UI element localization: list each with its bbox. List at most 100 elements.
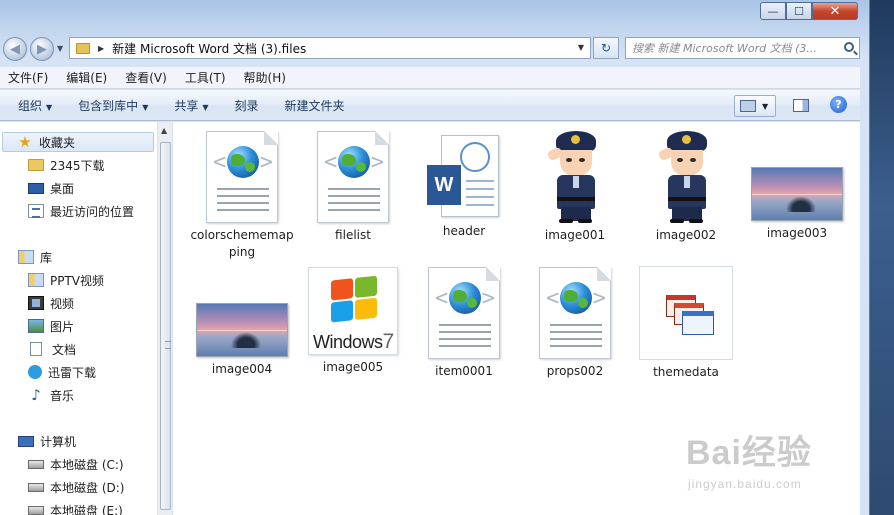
word-doc-icon: W	[427, 135, 501, 219]
nav-item-label: 本地磁盘 (D:)	[50, 480, 125, 495]
search-icon[interactable]	[844, 42, 854, 52]
scroll-thumb[interactable]	[160, 142, 171, 510]
close-button[interactable]: ✕	[812, 2, 858, 20]
menu-tools[interactable]: 工具(T)	[185, 69, 226, 86]
organize-label: 组织	[18, 98, 43, 113]
nav-libraries-label: 库	[40, 250, 53, 265]
nav-item-pptv-video[interactable]: PPTV视频	[28, 270, 104, 290]
file-name: image004	[211, 362, 273, 376]
help-button[interactable]: ?	[830, 96, 847, 113]
desktop-background-strip	[870, 0, 894, 515]
file-item-image004[interactable]: image004	[187, 303, 297, 378]
drive-icon	[28, 459, 44, 469]
download-icon	[28, 365, 42, 379]
drive-icon	[28, 482, 44, 492]
minimize-button[interactable]: —	[760, 2, 786, 20]
html-doc-icon: < >	[539, 267, 611, 359]
refresh-icon: ↻	[600, 41, 612, 55]
search-input[interactable]	[632, 39, 844, 57]
nav-item-recent-places[interactable]: 最近访问的位置	[28, 201, 134, 221]
file-name: colorschememapping	[190, 228, 294, 259]
nav-libraries[interactable]: 库	[18, 247, 52, 267]
theme-icon	[639, 266, 733, 360]
nav-item-label: 2345下载	[50, 158, 105, 173]
file-item-themedata[interactable]: themedata	[631, 266, 741, 381]
windows7-thumbnail: Windows7	[308, 267, 398, 355]
organize-button[interactable]: 组织 ▼	[18, 97, 52, 114]
file-name: themedata	[653, 365, 719, 379]
refresh-button[interactable]: ↻	[593, 37, 619, 59]
nav-item-desktop[interactable]: 桌面	[28, 178, 74, 198]
nav-scrollbar[interactable]: ▲	[157, 122, 172, 515]
nav-drive-e[interactable]: 本地磁盘 (E:)	[28, 500, 123, 515]
nav-drive-c[interactable]: 本地磁盘 (C:)	[28, 454, 124, 474]
nav-item-label: 视频	[50, 296, 75, 311]
file-item-image003[interactable]: image003	[742, 167, 852, 242]
maximize-button[interactable]: ☐	[786, 2, 812, 20]
file-item-image002[interactable]: image002	[631, 131, 741, 244]
file-item-image001[interactable]: image001	[520, 131, 630, 244]
file-name: header	[442, 224, 486, 238]
forward-arrow-icon: ▶	[37, 41, 47, 57]
forward-button[interactable]: ▶	[30, 37, 54, 61]
chevron-down-icon: ▼	[762, 101, 769, 111]
nav-favorites[interactable]: ★ 收藏夹	[2, 132, 154, 152]
chevron-down-icon: ▼	[142, 102, 149, 112]
include-in-library-button[interactable]: 包含到库中 ▼	[78, 97, 148, 114]
nav-item-2345-download[interactable]: 2345下载	[28, 155, 105, 175]
breadcrumb-current[interactable]: 新建 Microsoft Word 文档 (3).files	[112, 40, 306, 57]
html-doc-icon: < >	[317, 131, 389, 223]
menu-edit[interactable]: 编辑(E)	[66, 69, 107, 86]
file-item-header[interactable]: W header	[409, 135, 519, 240]
nav-item-label: 文档	[52, 342, 77, 357]
nav-item-videos[interactable]: 视频	[28, 293, 74, 313]
nav-item-label: PPTV视频	[50, 273, 105, 288]
menu-help[interactable]: 帮助(H)	[244, 69, 286, 86]
recent-pages-dropdown[interactable]: ▼	[57, 44, 63, 53]
nav-item-music[interactable]: ♪ 音乐	[28, 385, 74, 405]
address-dropdown-icon[interactable]: ▼	[578, 43, 584, 52]
video-icon	[28, 296, 44, 310]
file-item-props002[interactable]: < > props002	[520, 267, 630, 380]
file-name: item0001	[435, 364, 493, 378]
nav-computer[interactable]: 计算机	[18, 431, 76, 451]
command-bar: 组织 ▼ 包含到库中 ▼ 共享 ▼ 刻录 新建文件夹 ▼ ?	[0, 90, 860, 121]
scroll-up-icon[interactable]: ▲	[161, 126, 167, 135]
back-button[interactable]: ◀	[3, 37, 27, 61]
burn-button[interactable]: 刻录	[235, 97, 259, 114]
address-bar[interactable]: ▶ 新建 Microsoft Word 文档 (3).files ▼	[69, 37, 591, 59]
window-caption-buttons: — ☐ ✕	[760, 2, 858, 20]
document-icon	[30, 342, 42, 356]
chevron-down-icon: ▼	[46, 102, 53, 112]
file-item-item0001[interactable]: < > item0001	[409, 267, 519, 380]
computer-icon	[18, 435, 34, 447]
drive-icon	[28, 505, 44, 515]
pictures-icon	[28, 319, 44, 333]
file-name: filelist	[335, 228, 371, 242]
navigation-pane: ★ 收藏夹 2345下载 桌面 最近访问的位置 库 PPTV视频 视频 图片 文…	[0, 122, 172, 515]
preview-pane-button[interactable]	[793, 99, 809, 112]
file-item-image005[interactable]: Windows7 image005	[298, 267, 408, 376]
nav-item-label: 迅雷下载	[48, 365, 97, 380]
file-name: image003	[766, 226, 828, 240]
nav-drive-d[interactable]: 本地磁盘 (D:)	[28, 477, 124, 497]
grip-icon	[165, 341, 171, 349]
nav-item-label: 本地磁盘 (E:)	[50, 503, 123, 515]
recent-places-icon	[28, 204, 44, 218]
share-label: 共享	[174, 98, 199, 113]
folder-icon	[28, 159, 44, 171]
star-icon: ★	[18, 133, 32, 151]
change-view-button[interactable]: ▼	[734, 95, 776, 117]
menu-file[interactable]: 文件(F)	[8, 69, 48, 86]
search-box[interactable]	[625, 37, 860, 59]
share-button[interactable]: 共享 ▼	[174, 97, 208, 114]
nav-favorites-label: 收藏夹	[39, 135, 76, 150]
nav-item-thunder-download[interactable]: 迅雷下载	[28, 362, 96, 382]
file-item-filelist[interactable]: < > filelist	[298, 131, 408, 244]
file-item-colorschememapping[interactable]: < > colorschememapping	[187, 131, 297, 261]
breadcrumb-chevron-icon[interactable]: ▶	[98, 44, 104, 53]
new-folder-button[interactable]: 新建文件夹	[285, 97, 345, 114]
nav-item-documents[interactable]: 文档	[30, 339, 76, 359]
nav-item-pictures[interactable]: 图片	[28, 316, 74, 336]
menu-view[interactable]: 查看(V)	[125, 69, 167, 86]
